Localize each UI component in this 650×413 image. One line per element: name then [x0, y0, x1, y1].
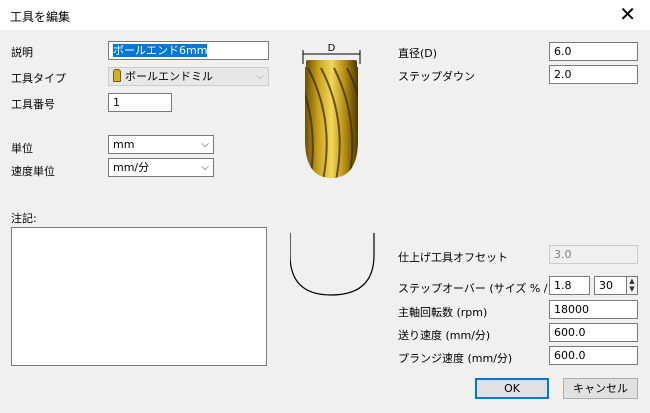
speed-unit-value: mm/分 — [113, 161, 150, 174]
ball-end-mill-image — [305, 60, 358, 178]
chevron-down-icon: ⌵ — [256, 71, 264, 82]
description-value: ボールエンド6mm — [113, 44, 208, 57]
diameter-input[interactable]: 6.0 — [549, 42, 638, 61]
finish-offset-label: 仕上げ工具オフセット — [398, 251, 508, 264]
stepover-percent-input[interactable]: 30 — [594, 276, 627, 295]
diameter-label: 直径(D) — [398, 47, 438, 60]
stepover-value: 1.8 — [554, 279, 572, 292]
speed-unit-select[interactable]: mm/分 ⌵ — [108, 158, 214, 177]
stepdown-label: ステップダウン — [398, 70, 475, 83]
description-label: 説明 — [11, 46, 33, 59]
plunge-label: プランジ速度 (mm/分) — [398, 352, 513, 365]
window-title: 工具を編集 — [10, 10, 71, 24]
unit-value: mm — [113, 138, 135, 151]
stepover-percent-value: 30 — [599, 279, 613, 292]
close-icon[interactable]: ✕ — [619, 3, 636, 25]
feed-label: 送り速度 (mm/分) — [398, 329, 491, 342]
plunge-value: 600.0 — [554, 349, 586, 362]
chevron-down-icon: ⌵ — [201, 139, 209, 150]
notes-textarea[interactable] — [11, 227, 267, 366]
tool-type-label: 工具タイプ — [11, 72, 66, 85]
notes-label: 注記: — [11, 212, 37, 225]
feed-input[interactable]: 600.0 — [549, 323, 638, 342]
diameter-marker: D — [328, 43, 336, 54]
plunge-input[interactable]: 600.0 — [549, 346, 638, 365]
tool-type-value: ボールエンドミル — [125, 70, 213, 83]
stepover-spinner[interactable]: ▲ ▼ — [627, 276, 638, 295]
spindle-input[interactable]: 18000 — [549, 300, 638, 319]
unit-select[interactable]: mm ⌵ — [108, 135, 214, 154]
description-input[interactable]: ボールエンド6mm — [108, 41, 269, 60]
spindle-label: 主軸回転数 (rpm) — [398, 306, 488, 319]
unit-label: 単位 — [11, 142, 33, 155]
stepdown-value: 2.0 — [554, 68, 572, 81]
ok-button[interactable]: OK — [475, 378, 549, 399]
spindle-value: 18000 — [554, 303, 589, 316]
tool-number-value: 1 — [113, 96, 120, 109]
spin-down-icon[interactable]: ▼ — [627, 285, 637, 293]
ball-end-mill-icon — [113, 69, 121, 82]
cancel-button[interactable]: キャンセル — [563, 378, 638, 399]
tool-number-label: 工具番号 — [11, 98, 55, 111]
stepover-input[interactable]: 1.8 — [549, 276, 590, 295]
speed-unit-label: 速度単位 — [11, 165, 55, 178]
spin-up-icon[interactable]: ▲ — [627, 277, 637, 285]
tool-number-input[interactable]: 1 — [108, 93, 172, 112]
tool-type-select[interactable]: ボールエンドミル ⌵ — [108, 67, 269, 86]
diameter-value: 6.0 — [554, 45, 572, 58]
chevron-down-icon: ⌵ — [201, 162, 209, 173]
finish-offset-input: 3.0 — [549, 245, 638, 264]
stepover-label: ステップオーバー (サイズ % / D) — [398, 282, 564, 295]
tool-diagram: D — [290, 43, 375, 296]
stepdown-input[interactable]: 2.0 — [549, 65, 638, 84]
title-bar: 工具を編集 ✕ — [0, 0, 650, 30]
finish-offset-value: 3.0 — [554, 248, 572, 261]
tool-profile-icon — [290, 233, 375, 296]
feed-value: 600.0 — [554, 326, 586, 339]
